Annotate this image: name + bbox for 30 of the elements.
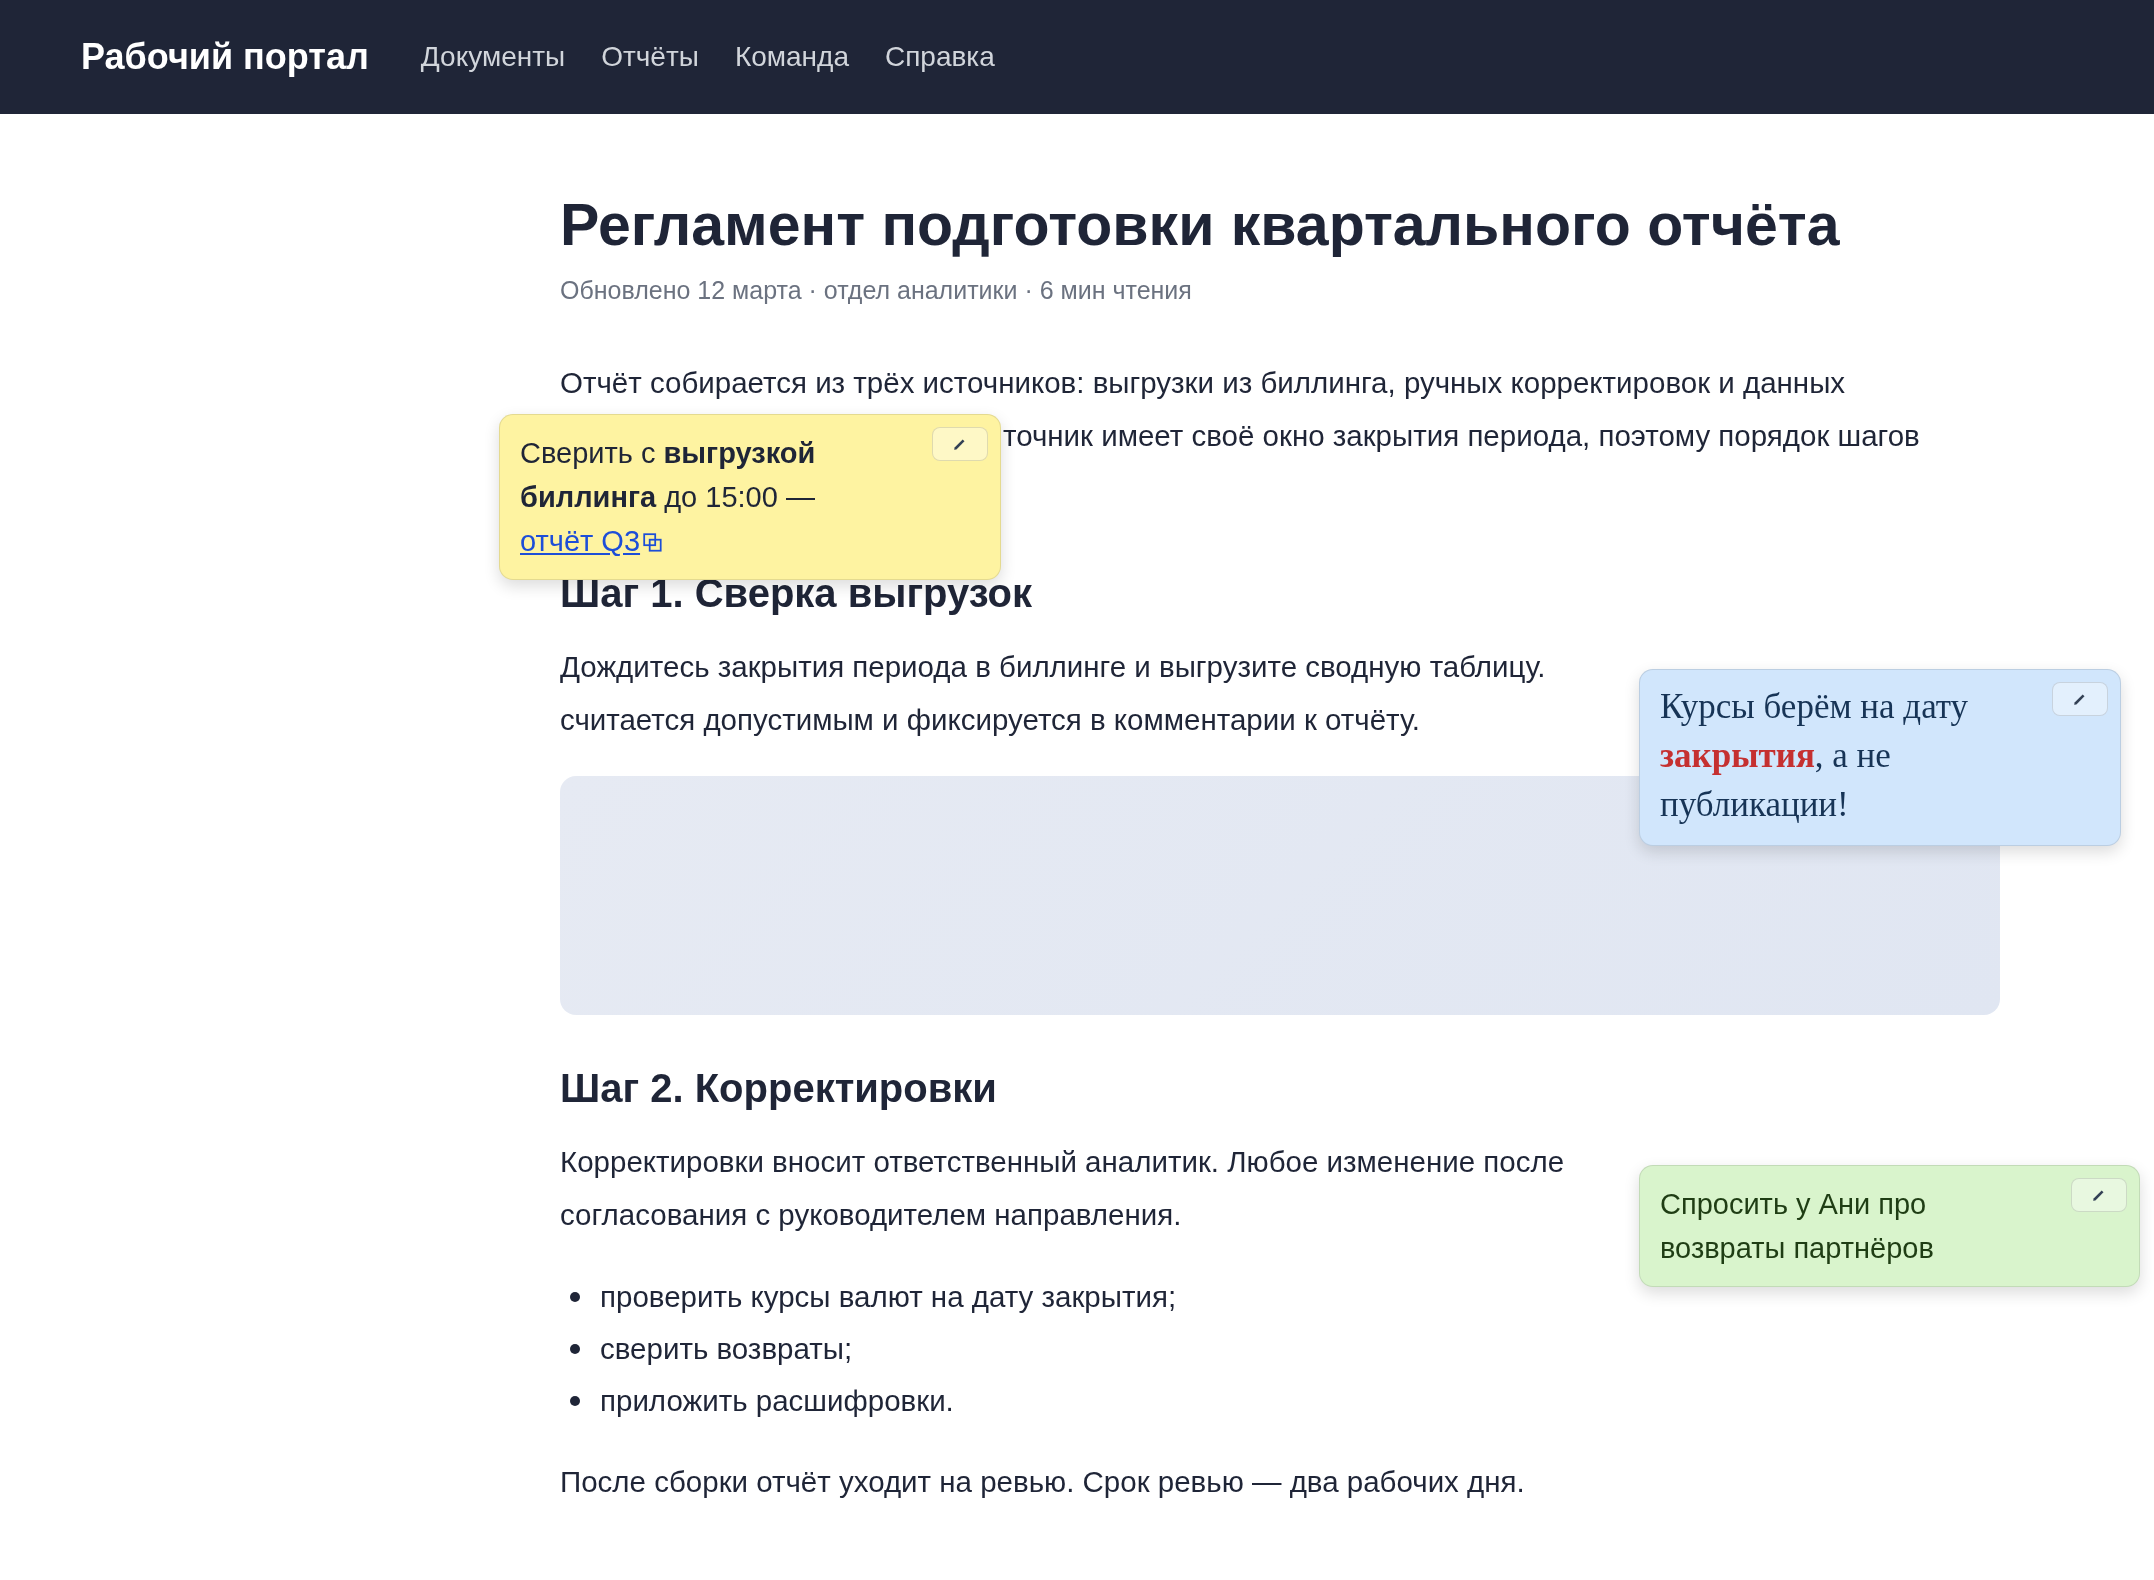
list-item-text: проверить курсы валют на дату закрытия; <box>600 1279 1177 1315</box>
bullet-icon <box>570 1292 580 1302</box>
paragraph-text: Корректировки вносит ответственный аналитик. Любое изменение после <box>560 1145 1565 1178</box>
nav-link[interactable]: Отчёты <box>601 41 699 73</box>
list-item-text: приложить расшифровки. <box>600 1383 954 1419</box>
nav-link[interactable]: Документы <box>420 41 566 73</box>
paragraph-text: считается допустимым и фиксируется в комментарии к отчёту. <box>560 703 1420 736</box>
bullet-icon <box>570 1396 580 1406</box>
note-text: Сверить с выгрузкой биллинга до 15:00 — отчёт Q3 <box>520 436 817 559</box>
paragraph-text: После сборки отчёт уходит на ревью. Срок ревью — два рабочих дня. <box>560 1465 1525 1498</box>
bullet-icon <box>570 1344 580 1354</box>
edit-button[interactable] <box>2071 1178 2127 1212</box>
nav-link[interactable]: Команда <box>734 41 849 73</box>
page-title: Регламент подготовки квартального отчёта <box>560 191 1841 260</box>
nav-link[interactable]: Справка <box>884 41 995 73</box>
paragraph-text: Отчёт собирается из трёх источников: выгрузки из биллинга, ручных корректировок и данных <box>560 366 1846 399</box>
edit-button[interactable] <box>932 427 988 461</box>
section-heading: Шаг 2. Корректировки <box>560 1065 998 1112</box>
brand-title: Рабочий портал <box>81 36 369 78</box>
paragraph-text: Дождитесь закрытия периода в биллинге и выгрузите сводную таблицу. <box>560 650 1546 683</box>
article-meta: Обновлено 12 марта · отдел аналитики · 6 мин чтения <box>560 276 1193 304</box>
note-text: Спросить у Ани про возвраты партнёров <box>1660 1187 1935 1266</box>
report-link[interactable]: отчёт Q3 <box>520 525 665 557</box>
paragraph-text: согласования с руководителем направления. <box>560 1198 1182 1231</box>
copy-icon <box>642 532 665 554</box>
note-text: Курсы берём на дату закрытия, а не публикации! <box>1660 686 1970 826</box>
edit-button[interactable] <box>2052 682 2108 716</box>
paragraph-text: точник имеет своё окно закрытия периода, поэтому порядок шагов <box>1003 419 1920 452</box>
section-heading: Шаг 1. Сверка выгрузок <box>560 570 1034 617</box>
list-item-text: сверить возвраты; <box>600 1331 853 1367</box>
